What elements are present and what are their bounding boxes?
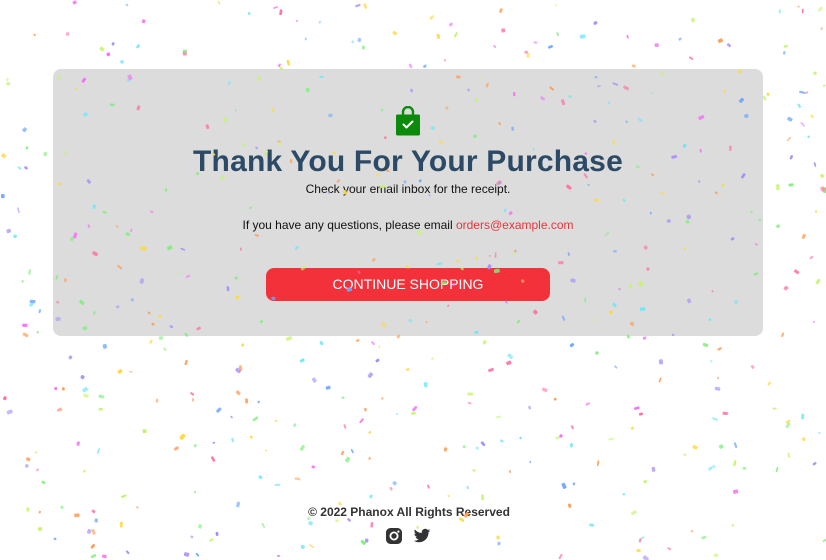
page: Thank You For Your Purchase Check your e… [0, 0, 826, 560]
shopping-bag-check-icon [396, 106, 420, 136]
contact-email-link[interactable]: orders@example.com [456, 218, 574, 232]
continue-shopping-button[interactable]: Continue Shopping [266, 268, 550, 301]
contact-prefix: If you have any questions, please email [242, 218, 456, 232]
footer-copyright: © 2022 Phanox All Rights Reserved [308, 505, 510, 519]
receipt-message: Check your email inbox for the receipt. [305, 182, 511, 196]
page-title: Thank You For Your Purchase [193, 145, 623, 178]
instagram-icon[interactable] [385, 527, 403, 545]
social-links [385, 527, 431, 545]
twitter-icon[interactable] [413, 527, 431, 545]
contact-line: If you have any questions, please email … [53, 218, 763, 232]
